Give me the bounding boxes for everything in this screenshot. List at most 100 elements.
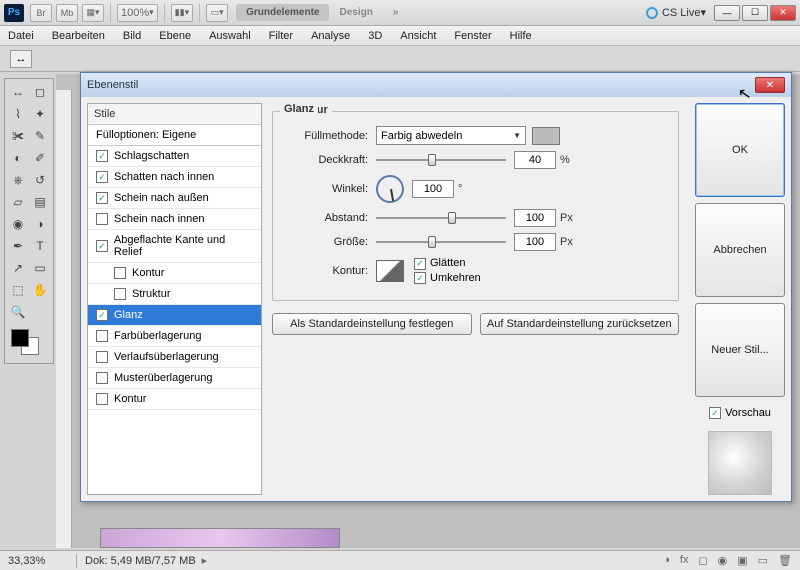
style-item-glanz[interactable]: ✓Glanz [88,305,261,326]
tool-pen[interactable]: ✒ [8,236,28,256]
workspace-tab-design[interactable]: Design [329,4,382,21]
style-checkbox[interactable]: ✓ [96,192,108,204]
tool-brush[interactable]: ✐ [30,148,50,168]
style-checkbox[interactable] [114,288,126,300]
style-checkbox[interactable] [96,330,108,342]
menu-ansicht[interactable]: Ansicht [400,30,436,42]
tool-dodge[interactable]: ◑ [30,214,50,234]
reset-default-button[interactable]: Auf Standardeinstellung zurücksetzen [480,313,680,335]
style-item-schlagschatten[interactable]: ✓Schlagschatten [88,146,261,167]
close-button[interactable]: ✕ [770,5,796,21]
style-item-schein-nach-au-en[interactable]: ✓Schein nach außen [88,188,261,209]
status-icon[interactable]: ◉ [718,554,728,567]
make-default-button[interactable]: Als Standardeinstellung festlegen [272,313,472,335]
size-field[interactable]: 100 [514,233,556,251]
tool-wand[interactable]: ✦ [30,104,50,124]
menu-fenster[interactable]: Fenster [454,30,491,42]
status-icon[interactable]: fx [680,554,689,567]
bridge-button[interactable]: Br [30,4,52,22]
move-tool-icon[interactable]: ↔ [10,50,32,68]
tool-marquee[interactable]: ◻ [30,82,50,102]
chevron-right-icon[interactable]: ▸ [202,554,208,567]
preview-checkbox[interactable]: ✓Vorschau [695,407,785,419]
distance-field[interactable]: 100 [514,209,556,227]
fg-bg-swatch[interactable] [9,327,49,357]
style-item-schatten-nach-innen[interactable]: ✓Schatten nach innen [88,167,261,188]
menu-3d[interactable]: 3D [368,30,382,42]
opacity-field[interactable]: 40 [514,151,556,169]
screenmode-button[interactable]: ▦▾ [82,4,104,22]
style-item-verlaufs-berlagerung[interactable]: Verlaufsüberlagerung [88,347,261,368]
status-icon[interactable]: ◑ [663,554,670,567]
style-checkbox[interactable]: ✓ [96,309,108,321]
tool-history[interactable]: ↺ [30,170,50,190]
tool-3d[interactable]: ⬚ [8,280,28,300]
style-item-muster-berlagerung[interactable]: Musterüberlagerung [88,368,261,389]
style-checkbox[interactable]: ✓ [96,171,108,183]
menu-auswahl[interactable]: Auswahl [209,30,251,42]
tool-zoom[interactable]: 🔍 [8,302,28,322]
style-checkbox[interactable]: ✓ [96,240,108,252]
workspace-tab-grundelemente[interactable]: Grundelemente [236,4,329,21]
tool-lasso[interactable]: ⌇ [8,104,28,124]
tool-type[interactable]: T [30,236,50,256]
tool-path[interactable]: ↗ [8,258,28,278]
minibridge-button[interactable]: Mb [56,4,78,22]
status-icon[interactable]: ▭ [758,554,768,567]
minimize-button[interactable]: — [714,5,740,21]
opacity-slider[interactable] [376,153,506,167]
contour-picker[interactable] [376,260,404,282]
dialog-close-button[interactable]: ✕ [755,77,785,93]
blendmode-combo[interactable]: Farbig abwedeln▼ [376,126,526,145]
cslive-menu[interactable]: CS Live ▾ [646,6,706,19]
style-checkbox[interactable] [114,267,126,279]
ok-button[interactable]: OK [695,103,785,197]
angle-dial[interactable] [376,175,404,203]
tool-eraser[interactable]: ▱ [8,192,28,212]
blending-options-item[interactable]: Fülloptionen: Eigene [88,125,261,146]
menu-datei[interactable]: Datei [8,30,34,42]
size-slider[interactable] [376,235,506,249]
status-doc-info[interactable]: Dok: 5,49 MB/7,57 MB [85,555,196,567]
menu-hilfe[interactable]: Hilfe [510,30,532,42]
color-swatch[interactable] [532,127,560,145]
style-item-abgeflachte-kante-und-relief[interactable]: ✓Abgeflachte Kante und Relief [88,230,261,263]
extras-button[interactable]: ▭▾ [206,4,228,22]
antialias-checkbox[interactable]: ✓Glätten [414,257,481,270]
invert-checkbox[interactable]: ✓Umkehren [414,272,481,285]
tool-move[interactable]: ↔ [8,82,28,102]
workspace-more[interactable]: » [383,4,409,21]
tool-eyedrop[interactable]: ✎ [30,126,50,146]
arrange-button[interactable]: ▮▮▾ [171,4,193,22]
menu-ebene[interactable]: Ebene [159,30,191,42]
tool-heal[interactable]: ◐ [8,148,28,168]
distance-slider[interactable] [376,211,506,225]
menu-filter[interactable]: Filter [269,30,293,42]
style-item-kontur[interactable]: Kontur [88,389,261,410]
tool-crop[interactable]: ✀ [8,126,28,146]
angle-field[interactable]: 100 [412,180,454,198]
tool-gradient[interactable]: ▤ [30,192,50,212]
status-icon[interactable]: ◻ [698,554,707,567]
style-checkbox[interactable] [96,372,108,384]
style-checkbox[interactable]: ✓ [96,150,108,162]
status-icon[interactable]: ▣ [737,554,747,567]
style-item-struktur[interactable]: Struktur [88,284,261,305]
zoom-level[interactable]: 100% ▾ [117,4,158,22]
tool-shape[interactable]: ▭ [30,258,50,278]
status-zoom[interactable]: 33,33% [8,555,68,567]
style-item-schein-nach-innen[interactable]: Schein nach innen [88,209,261,230]
style-item-farb-berlagerung[interactable]: Farbüberlagerung [88,326,261,347]
tool-blur[interactable]: ◉ [8,214,28,234]
new-style-button[interactable]: Neuer Stil... [695,303,785,397]
style-checkbox[interactable] [96,351,108,363]
cancel-button[interactable]: Abbrechen [695,203,785,297]
styles-header[interactable]: Stile [88,104,261,125]
style-checkbox[interactable] [96,213,108,225]
style-checkbox[interactable] [96,393,108,405]
tool-hand[interactable]: ✋ [30,280,50,300]
maximize-button[interactable]: ☐ [742,5,768,21]
style-item-kontur[interactable]: Kontur [88,263,261,284]
status-icon[interactable]: 🗑 [778,554,792,567]
menu-bearbeiten[interactable]: Bearbeiten [52,30,105,42]
